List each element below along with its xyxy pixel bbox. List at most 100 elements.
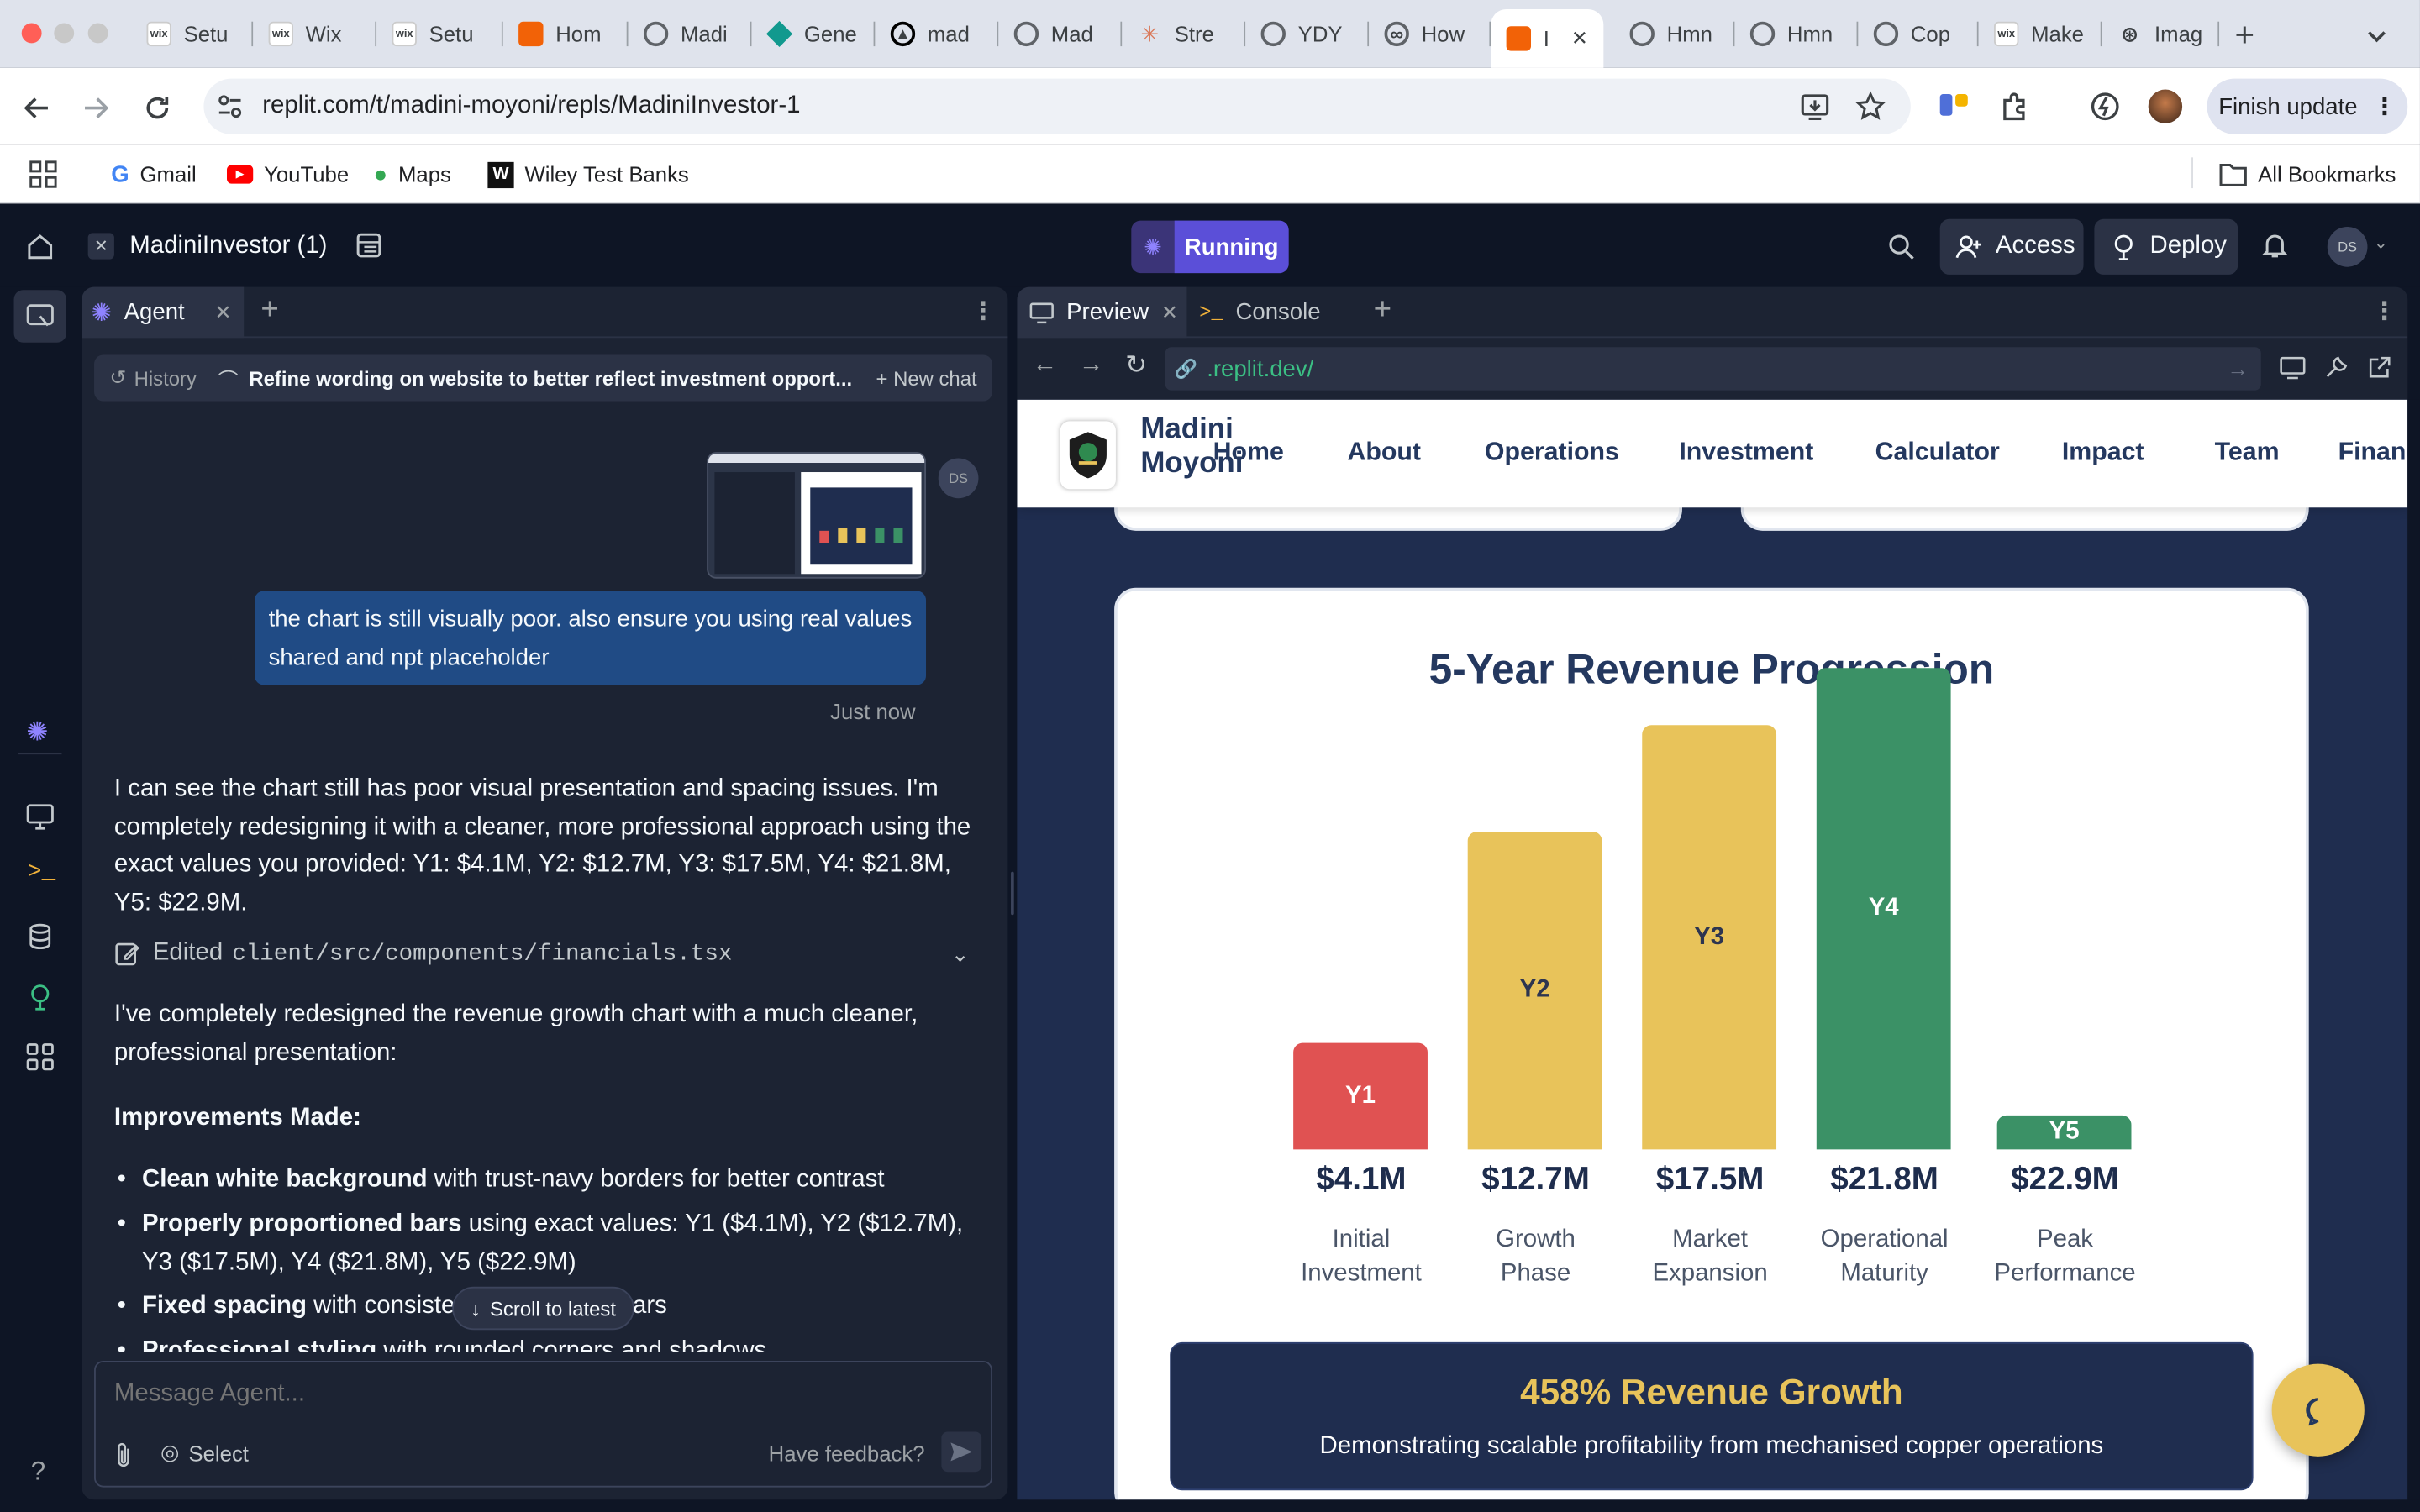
bookmark-gmail[interactable]: G Gmail (111, 157, 196, 191)
search-icon[interactable] (1887, 233, 1915, 260)
send-button[interactable] (941, 1431, 982, 1473)
tab-console[interactable]: >_ Console (1199, 287, 1320, 339)
feedback-link[interactable]: Have feedback? (769, 1441, 925, 1465)
add-tab-icon[interactable]: + (1374, 293, 1392, 328)
reload-icon[interactable] (142, 92, 173, 123)
open-new-window-icon[interactable] (2367, 354, 2391, 379)
agent-workspace-icon[interactable] (26, 302, 54, 330)
browser-tab[interactable]: wix Make (1979, 9, 2102, 59)
nav-team[interactable]: Team (2215, 438, 2280, 468)
device-view-icon[interactable] (2280, 356, 2306, 380)
browser-tab[interactable]: Cop (1858, 9, 1979, 59)
install-app-icon[interactable] (1800, 91, 1831, 122)
thread-title[interactable]: Refine wording on website to better refl… (249, 366, 852, 390)
chat-widget-button[interactable] (2271, 1363, 2365, 1457)
nav-calculator[interactable]: Calculator (1876, 438, 2000, 468)
preview-url-input[interactable]: 🔗 .replit.dev/ → (1165, 347, 2261, 391)
run-status-button[interactable]: ✺ Running (1131, 220, 1289, 274)
browser-tab[interactable]: wix Setu (131, 9, 254, 59)
new-chat-button[interactable]: + New chat (876, 366, 976, 390)
bookmark-youtube[interactable]: ▶ YouTube (226, 157, 349, 191)
browser-tab[interactable]: Hmn (1734, 9, 1859, 59)
bookmark-star-icon[interactable] (1854, 91, 1886, 122)
help-icon[interactable]: ? (31, 1457, 45, 1488)
nav-financials[interactable]: Financ (2338, 438, 2408, 468)
browser-tab[interactable]: ▲ mad (875, 9, 999, 59)
browser-tab[interactable]: Hmn (1614, 9, 1735, 59)
minimize-window-button[interactable] (54, 23, 75, 44)
home-icon[interactable] (26, 233, 54, 260)
extensions-puzzle-icon[interactable] (2000, 91, 2031, 122)
select-element-button[interactable]: ◎ Select (160, 1440, 249, 1466)
go-arrow-icon[interactable]: → (2227, 356, 2249, 381)
nav-home[interactable]: Home (1213, 438, 1284, 468)
browser-tab[interactable]: I ✕ (1491, 9, 1604, 68)
tab-search-chevron-icon[interactable] (2365, 24, 2389, 48)
file-tree-icon[interactable] (355, 232, 382, 260)
browser-tab[interactable]: wix Wix (253, 9, 377, 59)
site-info-icon[interactable] (216, 92, 244, 120)
bookmark-maps[interactable]: ● Maps (373, 157, 450, 191)
agent-icon[interactable]: ✺ (26, 717, 48, 748)
preview-back-icon[interactable]: ← (1033, 352, 1057, 380)
browser-tab[interactable]: wix Setu (376, 9, 503, 59)
nav-about[interactable]: About (1347, 438, 1421, 468)
preview-tab-row: Preview ✕ >_ Console + ⋮ (1017, 286, 2408, 339)
tab-menu-icon[interactable]: ⋮ (971, 297, 995, 328)
profile-avatar[interactable] (2148, 89, 2183, 123)
browser-tab[interactable]: Hom (503, 9, 629, 59)
scroll-to-latest-button[interactable]: ↓ Scroll to latest (452, 1286, 634, 1331)
deploy-button[interactable]: Deploy (2094, 218, 2238, 275)
all-bookmarks[interactable]: All Bookmarks (2219, 157, 2396, 191)
attach-paperclip-icon[interactable] (111, 1441, 135, 1468)
notifications-bell-icon[interactable] (2261, 232, 2289, 260)
preview-reload-icon[interactable]: ↻ (1125, 350, 1147, 381)
performance-icon[interactable] (2090, 91, 2121, 122)
browser-tab[interactable]: Madi (629, 9, 752, 59)
all-tools-grid-icon[interactable] (26, 1043, 54, 1071)
attached-screenshot[interactable] (707, 452, 927, 579)
devtools-wrench-icon[interactable] (2324, 354, 2349, 379)
nav-impact[interactable]: Impact (2062, 438, 2144, 468)
deployments-icon[interactable] (26, 983, 54, 1011)
close-tab-icon[interactable]: ✕ (214, 300, 231, 324)
preview-forward-icon[interactable]: → (1079, 352, 1103, 380)
project-name[interactable]: MadiniInvestor (1) (129, 233, 327, 260)
preview-monitor-icon[interactable] (26, 802, 54, 830)
history-button[interactable]: History (134, 366, 197, 390)
tab-menu-icon[interactable]: ⋮ (2372, 297, 2396, 328)
access-button[interactable]: Access (1939, 218, 2084, 275)
back-icon[interactable] (22, 92, 53, 123)
browser-tab[interactable]: Mad (998, 9, 1123, 59)
add-tab-icon[interactable]: + (260, 293, 278, 328)
agent-tab[interactable]: ✺ Agent ✕ (82, 286, 245, 339)
browser-tab[interactable]: Gene (751, 9, 876, 59)
tab-preview[interactable]: Preview ✕ (1017, 286, 1187, 339)
nav-investment[interactable]: Investment (1679, 438, 1813, 468)
apps-grid-icon[interactable] (29, 160, 57, 188)
close-tab-icon[interactable]: ✕ (1161, 300, 1178, 324)
forward-icon[interactable] (81, 92, 112, 123)
address-bar[interactable]: replit.com/t/madini-moyoni/repls/MadiniI… (203, 78, 1911, 134)
user-avatar[interactable]: DS (2327, 226, 2368, 267)
extension-color-icon[interactable] (1939, 91, 1970, 122)
maximize-window-button[interactable] (87, 23, 108, 44)
avatar-chevron-icon[interactable]: ⌄ (2374, 233, 2388, 253)
browser-tab[interactable]: ⊛ Imag (2102, 9, 2220, 59)
browser-tab[interactable]: YDY (1245, 9, 1370, 59)
browser-tab[interactable]: ∞ How (1369, 9, 1491, 59)
new-tab-icon[interactable]: + (2235, 15, 2255, 55)
database-icon[interactable] (26, 922, 54, 950)
console-icon[interactable]: >_ (28, 859, 55, 885)
nav-operations[interactable]: Operations (1485, 438, 1619, 468)
edited-file-row[interactable]: Edited client/src/components/financials.… (114, 935, 979, 972)
finish-update-button[interactable]: Finish update ⋮ (2207, 78, 2408, 134)
site-logo[interactable] (1060, 421, 1116, 490)
close-tab-icon[interactable]: ✕ (1571, 26, 1588, 50)
browser-tab[interactable]: ✳ Stre (1122, 9, 1246, 59)
message-input[interactable] (113, 1378, 964, 1412)
panel-resize-handle[interactable] (1011, 871, 1014, 916)
expand-chevron-icon[interactable]: ⌄ (951, 940, 970, 966)
close-window-button[interactable] (21, 23, 42, 44)
bookmark-wiley[interactable]: W Wiley Test Banks (487, 157, 689, 191)
